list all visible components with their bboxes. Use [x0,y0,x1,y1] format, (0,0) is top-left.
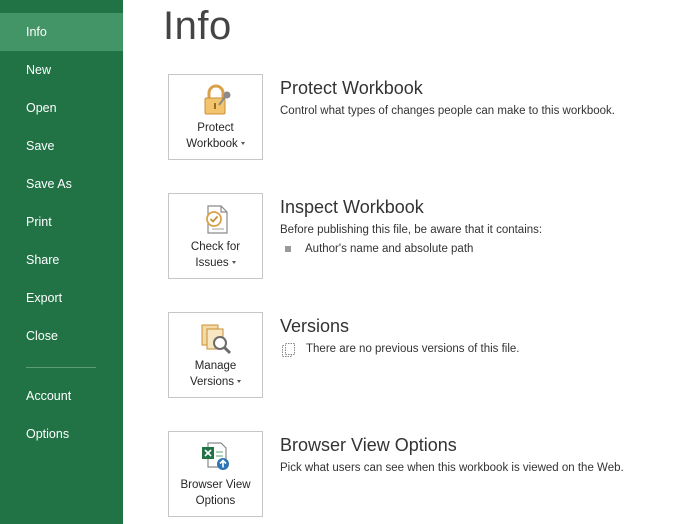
browser-view-options-button[interactable]: Browser View Options [168,431,263,517]
tile-label-line1: Manage [194,360,237,372]
check-for-issues-button[interactable]: Check for Issues [168,193,263,279]
check-issues-icon [206,205,228,234]
tile-label-text: Workbook [186,138,238,150]
nav-item-share[interactable]: Share [0,241,123,279]
document-versions-icon [282,343,295,357]
section-title: Protect Workbook [280,78,423,98]
bullet-icon [285,246,291,252]
browser-view-icon [202,442,229,470]
section-title: Browser View Options [280,435,457,455]
nav-item-save[interactable]: Save [0,127,123,165]
nav-item-print[interactable]: Print [0,203,123,241]
tile-label: Check for Issues [169,239,262,271]
protect-workbook-button[interactable]: Protect Workbook [168,74,263,160]
backstage-sidebar: Info New Open Save Save As Print Share E… [0,0,123,524]
section-description: Pick what users can see when this workbo… [280,462,624,474]
manage-versions-icon [201,324,232,355]
tile-label-line1: Protect [197,122,234,134]
section-description: There are no previous versions of this f… [306,343,520,355]
page-title: Info [163,4,232,48]
tile-label: Browser View Options [169,477,262,509]
tile-label-line1: Browser View [180,479,251,491]
tile-label-text: Issues [195,257,229,269]
tile-label-line2: Options [195,495,236,507]
nav-item-open[interactable]: Open [0,89,123,127]
manage-versions-button[interactable]: Manage Versions [168,312,263,398]
tile-label: Protect Workbook [169,120,262,152]
nav-item-export[interactable]: Export [0,279,123,317]
tile-label-line2: Versions [169,374,262,390]
chevron-down-icon [237,380,242,384]
nav-item-options[interactable]: Options [0,415,123,453]
chevron-down-icon [240,142,245,146]
nav-item-account[interactable]: Account [0,377,123,415]
tile-label-line2: Workbook [169,136,262,152]
bullet-text: Author's name and absolute path [305,243,474,255]
tile-label-line2: Issues [169,255,262,271]
nav-item-info[interactable]: Info [0,13,123,51]
tile-label-line1: Check for [190,241,241,253]
tile-label: Manage Versions [169,358,262,390]
tile-label-text: Versions [189,376,235,388]
section-title: Inspect Workbook [280,197,424,217]
nav-item-new[interactable]: New [0,51,123,89]
section-description: Before publishing this file, be aware th… [280,224,543,236]
section-description: Control what types of changes people can… [280,105,615,117]
chevron-down-icon [231,261,236,265]
section-title: Versions [280,316,350,336]
nav-item-save-as[interactable]: Save As [0,165,123,203]
nav-divider [26,367,96,368]
nav-item-close[interactable]: Close [0,317,123,355]
lock-icon [204,84,231,115]
